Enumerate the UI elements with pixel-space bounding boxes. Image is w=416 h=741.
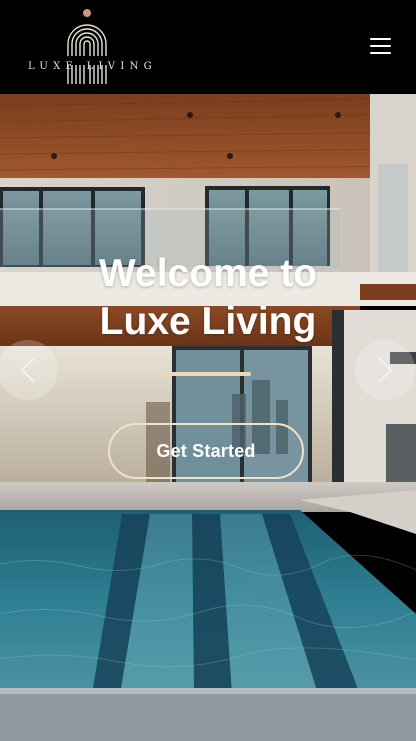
chevron-left-icon [20,357,35,383]
title-underline-divider [162,372,251,376]
luxe-living-logo[interactable]: LUXE LIVING [26,8,157,88]
logo-wordmark: LUXE LIVING [28,61,157,72]
hero-carousel: Welcome to Luxe Living Get Started [0,94,416,741]
carousel-next-button[interactable] [355,340,415,400]
hero-title-line-2: Luxe Living [99,300,317,343]
arch-logo-icon [66,9,108,84]
site-header: LUXE LIVING [0,0,416,94]
hero-title: Welcome to Luxe Living [0,250,416,346]
carousel-prev-button[interactable] [0,340,58,400]
hero-title-line-1: Welcome to [98,252,318,295]
chevron-right-icon [378,357,393,383]
get-started-button[interactable]: Get Started [108,423,304,479]
hero-background-image [0,94,416,741]
hamburger-menu-icon[interactable] [366,33,396,59]
